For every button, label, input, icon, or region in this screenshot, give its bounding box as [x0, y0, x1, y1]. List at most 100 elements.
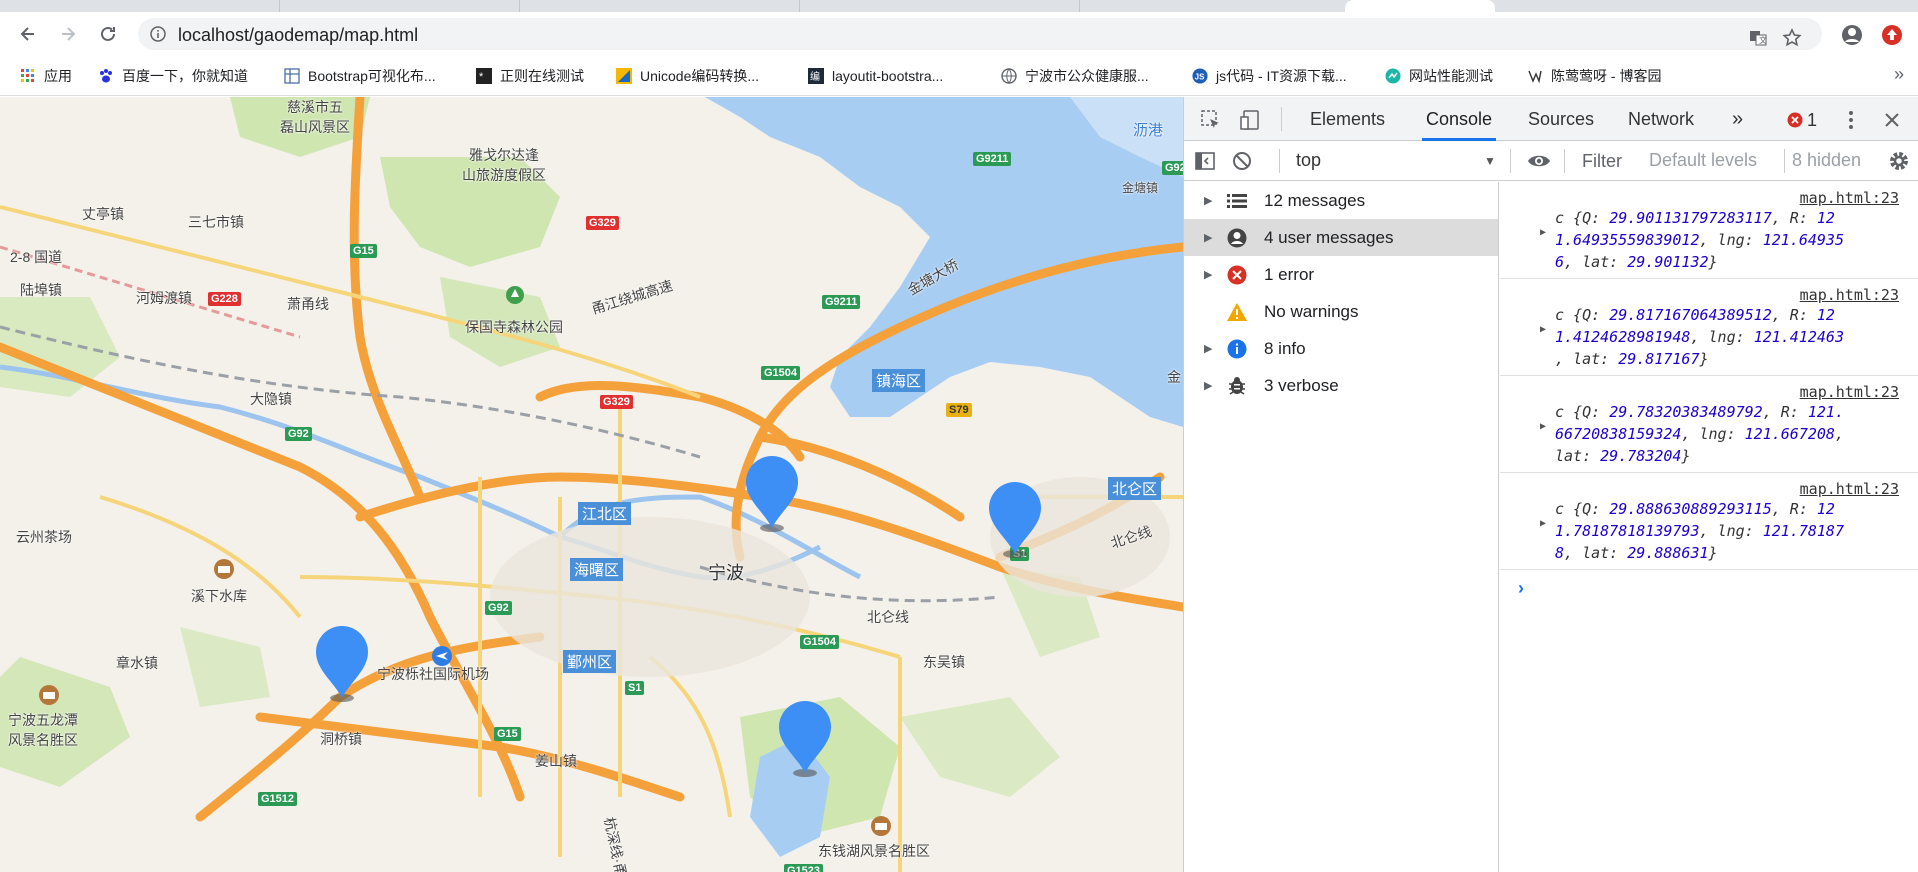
forward-button[interactable] [54, 20, 82, 48]
map-canvas[interactable]: 慈溪市五 磊山风景区 雅戈尔达逢 山旅游度假区 丈亭镇 三七市镇 2-8 国道 … [0, 97, 1183, 872]
sidebar-item-warnings[interactable]: No warnings [1184, 293, 1498, 330]
update-alert-icon[interactable] [1879, 22, 1905, 48]
place-name: 宁波五龙潭 风景名胜区 [8, 712, 78, 748]
expand-arrow-icon[interactable]: ▶ [1204, 268, 1212, 281]
map-marker-pin[interactable] [314, 624, 370, 704]
back-button[interactable] [14, 20, 42, 48]
chevron-down-icon[interactable]: ▼ [1484, 154, 1496, 168]
park-icon [505, 285, 525, 308]
clear-console-icon[interactable] [1229, 148, 1255, 174]
place-label: 沥港 [1133, 122, 1164, 139]
map-marker-pin[interactable] [777, 699, 833, 779]
expand-arrow-icon[interactable]: ▶ [1204, 342, 1212, 355]
bookmark-baidu[interactable]: 百度一下，你就知道 [98, 66, 248, 86]
gear-icon[interactable] [1886, 148, 1912, 174]
default-levels-dropdown[interactable]: Default levels [1649, 150, 1757, 171]
error-counter[interactable]: 1 [1782, 107, 1822, 133]
info-icon[interactable] [150, 26, 166, 42]
tab-elements[interactable]: Elements [1310, 97, 1385, 141]
console-message[interactable]: map.html:23 c {Q: 29.817167064389512, R:… [1500, 279, 1918, 376]
source-link[interactable]: map.html:23 [1800, 480, 1899, 498]
text: c {Q: [1555, 500, 1610, 518]
expand-arrow-icon[interactable]: ▶ [1204, 194, 1212, 207]
browser-tab-active[interactable] [1345, 0, 1495, 12]
bookmark-layoutit[interactable]: 编 layoutit-bootstra... [808, 66, 943, 86]
console-prompt[interactable]: › [1518, 578, 1524, 599]
expand-arrow-icon[interactable]: ▶ [1204, 379, 1212, 392]
bookmarks-bar: 应用 百度一下，你就知道 Bootstrap可视化布... * 正则在线测试 U… [0, 56, 1918, 96]
browser-tab[interactable] [280, 0, 520, 12]
kebab-menu-icon[interactable] [1838, 107, 1864, 133]
browser-tab[interactable] [800, 0, 1080, 12]
inspect-element-icon[interactable] [1198, 107, 1224, 133]
console-sidebar: ▶ 12 messages ▶ 4 user messages ▶ 1 erro… [1184, 182, 1499, 872]
map-marker-pin[interactable] [744, 454, 800, 534]
url-text[interactable]: localhost/gaodemap/map.html [178, 25, 418, 46]
bookmarks-more-button[interactable]: » [1894, 64, 1904, 85]
sidebar-item-errors[interactable]: ▶ 1 error [1184, 256, 1498, 293]
map-marker-pin[interactable] [987, 480, 1043, 560]
message-line: c {Q: 29.817167064389512, R: 12 [1555, 306, 1835, 324]
console-message[interactable]: map.html:23 c {Q: 29.901131797283117, R:… [1500, 182, 1918, 279]
text: } [1708, 253, 1718, 271]
number: 12 [1816, 209, 1835, 227]
warning-icon [1226, 301, 1248, 323]
svg-text:JS: JS [1195, 73, 1205, 82]
rail-label: 萧甬线 [287, 296, 329, 312]
device-toolbar-icon[interactable] [1237, 107, 1263, 133]
svg-text:文: 文 [1759, 35, 1767, 45]
translate-icon[interactable]: 文 [1746, 26, 1770, 50]
place-label: 云州茶场 [16, 529, 72, 545]
sidebar-item-messages[interactable]: ▶ 12 messages [1184, 182, 1498, 219]
highway-shield: G1504 [800, 635, 840, 649]
expand-object-arrow-icon[interactable]: ▶ [1540, 421, 1546, 432]
expand-object-arrow-icon[interactable]: ▶ [1540, 518, 1546, 529]
tab-sources[interactable]: Sources [1528, 97, 1594, 141]
close-icon[interactable] [1879, 107, 1905, 133]
bookmark-label: Bootstrap可视化布... [308, 68, 436, 84]
profile-avatar-icon[interactable] [1839, 22, 1865, 48]
bookmark-blog[interactable]: 陈莺莺呀 - 博客园 [1527, 66, 1661, 86]
bookmark-bootstrap[interactable]: Bootstrap可视化布... [284, 66, 436, 86]
browser-tab[interactable] [520, 0, 800, 12]
expand-object-arrow-icon[interactable]: ▶ [1540, 227, 1546, 238]
text: } [1708, 544, 1718, 562]
source-link[interactable]: map.html:23 [1800, 383, 1899, 401]
expand-object-arrow-icon[interactable]: ▶ [1540, 324, 1546, 335]
console-message[interactable]: map.html:23 c {Q: 29.78320383489792, R: … [1500, 376, 1918, 473]
browser-tab[interactable] [1080, 0, 1350, 12]
sidebar-toggle-icon[interactable] [1192, 148, 1218, 174]
bookmark-health[interactable]: 宁波市公众健康服... [1001, 66, 1149, 86]
separator [1784, 149, 1785, 173]
reload-button[interactable] [94, 20, 122, 48]
bookmark-star-icon[interactable] [1780, 26, 1804, 50]
console-output[interactable]: map.html:23 c {Q: 29.901131797283117, R:… [1500, 182, 1918, 872]
browser-tab[interactable] [0, 0, 280, 12]
bookmark-perf[interactable]: 网站性能测试 [1385, 66, 1493, 86]
tab-network[interactable]: Network [1628, 97, 1694, 141]
bookmark-unicode[interactable]: Unicode编码转换... [616, 66, 759, 86]
eye-icon[interactable] [1526, 148, 1552, 174]
place-label: 洞桥镇 [320, 731, 362, 747]
number: 29.817167 [1618, 350, 1700, 368]
place-name: 雅戈尔达逢 山旅游度假区 [462, 147, 546, 183]
bookmark-apps[interactable]: 应用 [20, 66, 72, 86]
more-tabs-button[interactable]: » [1732, 97, 1743, 141]
source-link[interactable]: map.html:23 [1800, 189, 1899, 207]
tab-console[interactable]: Console [1422, 97, 1497, 141]
bookmark-jscode[interactable]: JS js代码 - IT资源下载... [1192, 66, 1347, 86]
expand-arrow-icon[interactable]: ▶ [1204, 231, 1212, 244]
number: 121.78187 [1762, 522, 1844, 540]
bookmark-regex[interactable]: * 正则在线测试 [476, 66, 584, 86]
bookmark-label: 宁波市公众健康服... [1025, 68, 1149, 84]
sidebar-item-info[interactable]: ▶ 8 info [1184, 330, 1498, 367]
source-link[interactable]: map.html:23 [1800, 286, 1899, 304]
address-bar[interactable]: localhost/gaodemap/map.html 文 [138, 18, 1822, 50]
svg-text:*: * [479, 71, 484, 83]
console-message[interactable]: map.html:23 c {Q: 29.888630889293115, R:… [1500, 473, 1918, 570]
context-selector[interactable]: top [1296, 150, 1321, 171]
sidebar-item-verbose[interactable]: ▶ 3 verbose [1184, 367, 1498, 404]
sidebar-item-user-messages[interactable]: ▶ 4 user messages [1184, 219, 1498, 256]
svg-text:编: 编 [810, 70, 820, 83]
message-line: c {Q: 29.888630889293115, R: 12 [1555, 500, 1835, 518]
